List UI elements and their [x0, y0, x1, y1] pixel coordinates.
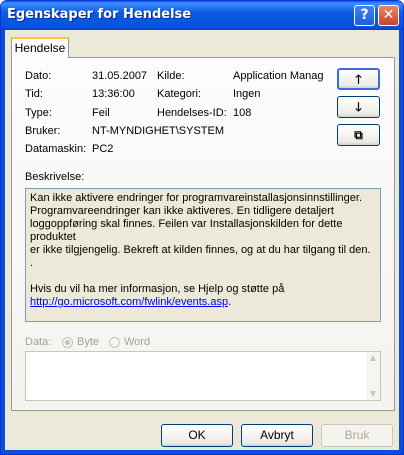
event-properties-window: Egenskaper for Hendelse ? ✕ Hendelse Dat… [0, 0, 404, 455]
time-label: Tid: [25, 88, 43, 100]
window-bottom-border [1, 450, 403, 454]
computer-label: Datamaskin: [25, 143, 87, 155]
cancel-button[interactable]: Avbryt [241, 424, 313, 447]
scroll-down-icon[interactable]: ▼ [366, 388, 380, 400]
link-suffix: . [228, 296, 232, 308]
date-label: Dato: [25, 70, 52, 82]
description-line-1: Kan ikke aktivere endringer for programv… [30, 192, 362, 204]
time-value: 13:36:00 [92, 88, 135, 100]
data-scrollbar[interactable]: ▲ ▼ [366, 352, 380, 400]
computer-value: PC2 [92, 143, 114, 155]
description-line-4: er ikke tilgjengelig. Bekreft at kilden … [30, 244, 371, 269]
category-label: Kategori: [157, 88, 202, 100]
description-line-2: Programvareendringer kan ikke aktiveres.… [30, 205, 334, 217]
title-bar[interactable]: Egenskaper for Hendelse ? ✕ [1, 1, 403, 30]
byte-radio-dot [65, 340, 70, 345]
data-label: Data: [25, 336, 52, 348]
description-textbox[interactable]: Kan ikke aktivere endringer for programv… [25, 188, 381, 322]
arrow-down-icon: 🡓 [355, 100, 362, 114]
next-event-button[interactable]: 🡓 [337, 96, 380, 118]
help-button[interactable]: ? [354, 5, 375, 26]
user-value: NT-MYNDIGHET\SYSTEM [92, 125, 225, 137]
byte-radio-label: Byte [77, 336, 100, 348]
word-radio[interactable] [109, 337, 120, 348]
close-button[interactable]: ✕ [378, 5, 399, 26]
description-label: Beskrivelse: [25, 171, 85, 183]
eventid-label: Hendelses-ID: [157, 107, 227, 119]
user-label: Bruker: [25, 125, 61, 137]
word-radio-label: Word [124, 336, 151, 348]
description-spacer [30, 270, 376, 283]
window-title: Egenskaper for Hendelse [7, 7, 192, 22]
copy-event-button[interactable]: ⧉ [337, 124, 380, 146]
data-textbox[interactable]: ▲ ▼ [25, 351, 381, 401]
description-link-line: http://go.microsoft.com/fwlink/events.as… [30, 296, 376, 309]
description-help-line: Hvis du vil ha mer informasjon, se Hjelp… [30, 283, 285, 295]
window-left-border [1, 30, 5, 454]
arrow-up-icon: 🡑 [355, 72, 362, 86]
ok-button[interactable]: OK [161, 424, 233, 447]
description-line-3: loggoppføring skal finnes. Feilen var In… [30, 218, 343, 243]
category-value: Ingen [233, 88, 261, 100]
source-label: Kilde: [157, 70, 185, 82]
source-value: Application Manag [233, 70, 324, 82]
help-link[interactable]: http://go.microsoft.com/fwlink/events.as… [30, 296, 228, 308]
copy-icon: ⧉ [354, 128, 363, 142]
type-label: Type: [25, 107, 52, 119]
previous-event-button[interactable]: 🡑 [337, 68, 380, 90]
type-value: Feil [92, 107, 110, 119]
tab-hendelse[interactable]: Hendelse [11, 37, 69, 58]
byte-radio[interactable] [62, 337, 73, 348]
date-value: 31.05.2007 [92, 70, 148, 82]
eventid-value: 108 [233, 107, 252, 119]
window-right-border [399, 30, 403, 454]
scroll-up-icon[interactable]: ▲ [366, 352, 380, 364]
apply-button[interactable]: Bruk [321, 424, 393, 447]
